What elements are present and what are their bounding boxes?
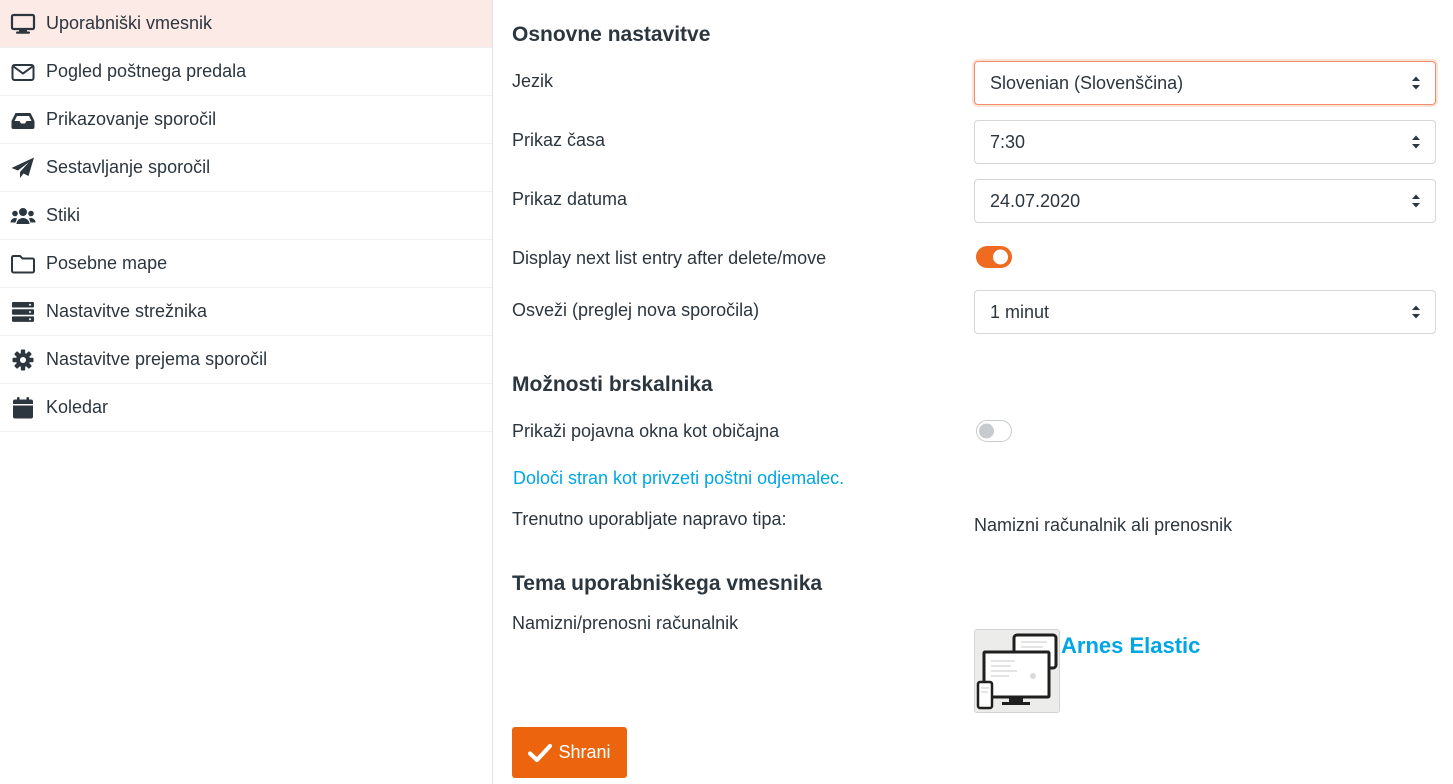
refresh-label: Osveži (preglej nova sporočila) bbox=[512, 300, 760, 320]
calendar-icon bbox=[0, 384, 46, 431]
settings-form: Osnovne nastavitve Jezik Slovenian (Slov… bbox=[493, 0, 1453, 784]
sidebar-item-receiving-settings[interactable]: Nastavitve prejema sporočil bbox=[0, 336, 492, 384]
time-format-select[interactable]: 7:30 bbox=[974, 120, 1436, 164]
section-title-theme: Tema uporabniškega vmesnika bbox=[512, 572, 823, 595]
paper-plane-icon bbox=[0, 144, 46, 191]
skin-preview-image bbox=[975, 630, 1059, 712]
server-icon bbox=[0, 288, 46, 335]
users-icon bbox=[0, 192, 46, 239]
refresh-select[interactable]: 1 minut bbox=[974, 290, 1436, 334]
time-format-label: Prikaz časa bbox=[512, 130, 606, 150]
default-mail-client-link[interactable]: Določi stran kot privzeti poštni odjemal… bbox=[513, 468, 844, 489]
popups-toggle[interactable] bbox=[976, 420, 1012, 442]
sidebar-item-label: Stiki bbox=[46, 205, 81, 225]
select-arrows-icon bbox=[1412, 194, 1420, 208]
theme-device-label: Namizni/prenosni računalnik bbox=[512, 613, 739, 633]
sidebar-item-label: Nastavitve strežnika bbox=[46, 301, 208, 321]
language-select[interactable]: Slovenian (Slovenščina) bbox=[974, 61, 1436, 105]
skin-name-link[interactable]: Arnes Elastic bbox=[1061, 633, 1200, 659]
sidebar-item-label: Pogled poštnega predala bbox=[46, 61, 247, 81]
sidebar-item-user-interface[interactable]: Uporabniški vmesnik bbox=[0, 0, 492, 48]
sidebar-item-label: Sestavljanje sporočil bbox=[46, 157, 211, 177]
sidebar-item-compose[interactable]: Sestavljanje sporočil bbox=[0, 144, 492, 192]
section-title-basic: Osnovne nastavitve bbox=[512, 23, 711, 46]
time-format-select-value: 7:30 bbox=[990, 131, 1026, 152]
date-format-select[interactable]: 24.07.2020 bbox=[974, 179, 1436, 223]
sidebar-item-label: Nastavitve prejema sporočil bbox=[46, 349, 268, 369]
next-entry-label: Display next list entry after delete/mov… bbox=[512, 248, 827, 268]
sidebar-item-server-settings[interactable]: Nastavitve strežnika bbox=[0, 288, 492, 336]
envelope-icon bbox=[0, 48, 46, 95]
monitor-icon bbox=[0, 0, 46, 47]
toggle-knob bbox=[979, 423, 994, 439]
sidebar-item-label: Koledar bbox=[46, 397, 109, 417]
gear-icon bbox=[0, 336, 46, 383]
sidebar-item-special-folders[interactable]: Posebne mape bbox=[0, 240, 492, 288]
language-label: Jezik bbox=[512, 71, 554, 91]
toggle-knob bbox=[993, 249, 1008, 265]
sidebar-item-contacts[interactable]: Stiki bbox=[0, 192, 492, 240]
device-type-label: Trenutno uporabljate napravo tipa: bbox=[512, 509, 787, 529]
popups-label: Prikaži pojavna okna kot običajna bbox=[512, 421, 780, 441]
select-arrows-icon bbox=[1412, 305, 1420, 319]
date-format-select-value: 24.07.2020 bbox=[990, 190, 1081, 211]
sidebar-item-label: Prikazovanje sporočil bbox=[46, 109, 217, 129]
inbox-tray-icon bbox=[0, 96, 46, 143]
next-entry-toggle[interactable] bbox=[976, 246, 1012, 268]
skin-thumbnail[interactable] bbox=[974, 629, 1060, 713]
folder-icon bbox=[0, 240, 46, 287]
device-type-value: Namizni računalnik ali prenosnik bbox=[974, 515, 1233, 535]
checkmark-icon bbox=[528, 743, 553, 762]
sidebar-item-mailbox-view[interactable]: Pogled poštnega predala bbox=[0, 48, 492, 96]
save-button[interactable]: Shrani bbox=[512, 727, 627, 778]
sidebar-item-label: Uporabniški vmesnik bbox=[46, 13, 213, 33]
sidebar-item-message-display[interactable]: Prikazovanje sporočil bbox=[0, 96, 492, 144]
refresh-select-value: 1 minut bbox=[990, 301, 1050, 322]
save-button-label: Shrani bbox=[558, 742, 611, 762]
sidebar-item-label: Posebne mape bbox=[46, 253, 168, 273]
select-arrows-icon bbox=[1412, 76, 1420, 90]
date-format-label: Prikaz datuma bbox=[512, 189, 628, 209]
select-arrows-icon bbox=[1412, 135, 1420, 149]
language-select-value: Slovenian (Slovenščina) bbox=[990, 72, 1184, 93]
settings-sidebar: Uporabniški vmesnik Pogled poštnega pred… bbox=[0, 0, 493, 784]
sidebar-item-calendar[interactable]: Koledar bbox=[0, 384, 492, 432]
section-title-browser: Možnosti brskalnika bbox=[512, 373, 713, 396]
